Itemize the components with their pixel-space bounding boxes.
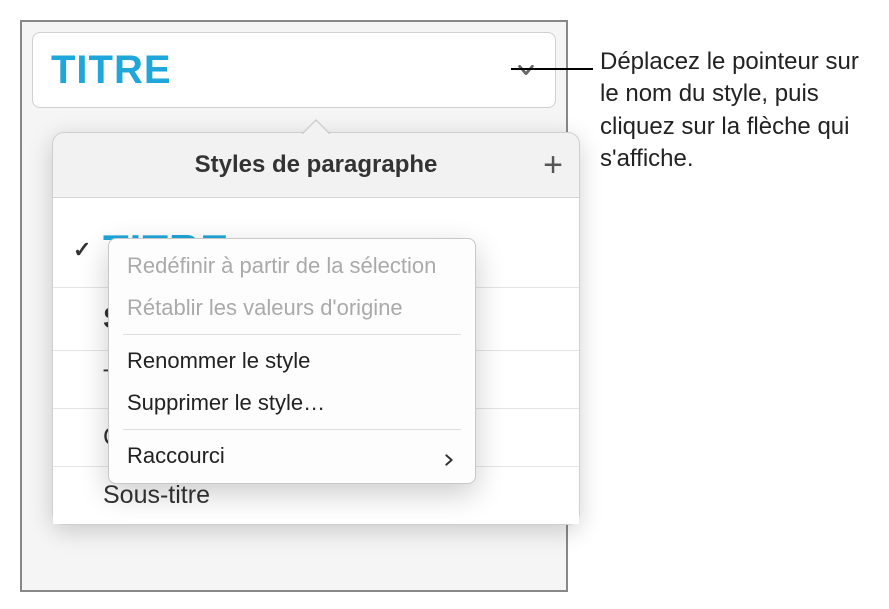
menu-item-label: Supprimer le style… [127, 390, 325, 416]
menu-reset-to-default: Rétablir les valeurs d'origine [109, 287, 475, 329]
menu-item-label: Redéfinir à partir de la sélection [127, 253, 436, 279]
menu-item-label: Renommer le style [127, 348, 310, 374]
current-style-label: TITRE [51, 48, 172, 93]
menu-divider [123, 334, 461, 335]
menu-redefine-from-selection: Redéfinir à partir de la sélection [109, 245, 475, 287]
style-selector[interactable]: TITRE [32, 32, 556, 108]
menu-delete-style[interactable]: Supprimer le style… [109, 382, 475, 424]
menu-rename-style[interactable]: Renommer le style [109, 340, 475, 382]
callout-leader-line [511, 68, 593, 70]
style-label: Sous-titre [103, 481, 210, 510]
chevron-right-icon [441, 448, 457, 464]
chevron-down-icon[interactable] [515, 59, 537, 81]
menu-item-label: Raccourci [127, 443, 225, 469]
menu-divider [123, 429, 461, 430]
popover-title: Styles de paragraphe [195, 151, 438, 179]
callout-text: Déplacez le pointeur sur le nom du style… [600, 46, 870, 176]
popover-header: Styles de paragraphe + [53, 133, 579, 198]
menu-shortcut[interactable]: Raccourci [109, 435, 475, 477]
style-context-menu: Redéfinir à partir de la sélection Rétab… [108, 238, 476, 484]
menu-item-label: Rétablir les valeurs d'origine [127, 295, 403, 321]
add-style-button[interactable]: + [543, 148, 563, 182]
checkmark-icon: ✓ [73, 237, 103, 263]
